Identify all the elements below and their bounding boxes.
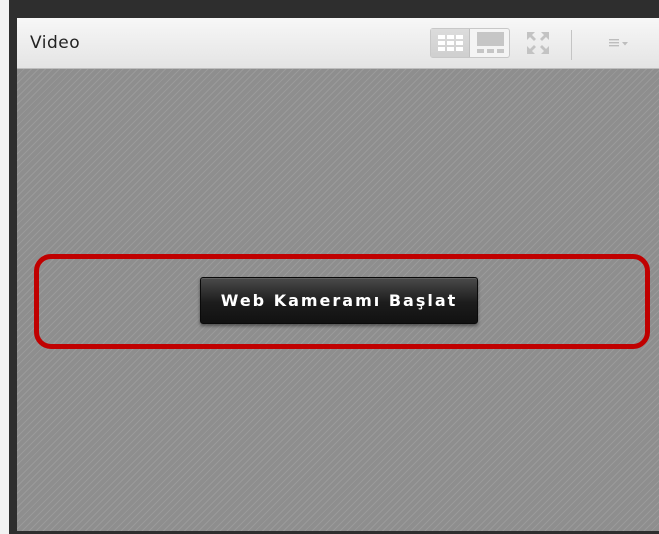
- featured-layout-icon: [477, 32, 504, 54]
- video-pod: Video Web Kameramı Başlat: [9, 18, 659, 534]
- grid-layout-button[interactable]: [431, 29, 470, 57]
- video-pod-body: Video Web Kameramı Başlat: [17, 18, 659, 531]
- pod-title: Video: [30, 33, 81, 53]
- start-webcam-button[interactable]: Web Kameramı Başlat: [200, 277, 478, 324]
- fullscreen-button[interactable]: [525, 30, 551, 56]
- window-top-strip: [9, 0, 659, 18]
- pod-menu-button[interactable]: [609, 36, 631, 50]
- titlebar-divider: [571, 30, 572, 60]
- fullscreen-icon: [527, 32, 549, 54]
- window-left-edge: [0, 0, 9, 534]
- pod-menu-icon: [609, 39, 628, 47]
- pod-titlebar: Video: [17, 18, 659, 69]
- layout-toggle: [430, 28, 510, 58]
- grid-layout-icon: [438, 35, 464, 52]
- featured-layout-button[interactable]: [470, 29, 509, 57]
- video-stage: Web Kameramı Başlat: [17, 69, 659, 531]
